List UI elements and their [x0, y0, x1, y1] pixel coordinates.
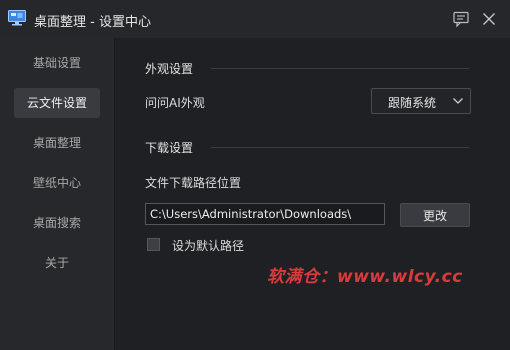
- window-title: 桌面整理 - 设置中心: [34, 15, 151, 30]
- change-path-button[interactable]: 更改: [400, 203, 470, 227]
- ai-appearance-label: 问问AI外观: [145, 96, 205, 110]
- monitor-icon: [8, 10, 26, 26]
- ai-appearance-select[interactable]: 跟随系统: [371, 88, 471, 114]
- set-default-path-checkbox[interactable]: [147, 238, 160, 251]
- download-section-title: 下载设置: [145, 141, 194, 155]
- sidebar-item-desktop-search[interactable]: 桌面搜索: [14, 208, 100, 238]
- appearance-section-title: 外观设置: [145, 62, 194, 76]
- settings-sidebar: 基础设置 云文件设置 桌面整理 壁纸中心 桌面搜索 关于: [0, 38, 114, 350]
- sidebar-item-cloud-file-settings[interactable]: 云文件设置: [14, 88, 100, 118]
- chevron-down-icon: [453, 98, 463, 104]
- download-path-input[interactable]: [145, 203, 385, 225]
- watermark-text: 软满仓：www.wlcy.cc: [267, 267, 463, 287]
- set-default-path-label: 设为默认路径: [172, 239, 245, 253]
- sidebar-item-desktop-organize[interactable]: 桌面整理: [14, 128, 100, 158]
- download-path-label: 文件下载路径位置: [145, 176, 242, 190]
- settings-content: 外观设置 问问AI外观 跟随系统 下载设置 文件下载路径位置 更改 设为默认路径…: [115, 38, 510, 350]
- title-bar: 桌面整理 - 设置中心: [0, 0, 510, 38]
- ai-appearance-select-value: 跟随系统: [388, 96, 437, 110]
- sidebar-item-wallpaper-center[interactable]: 壁纸中心: [14, 168, 100, 198]
- sidebar-item-about[interactable]: 关于: [14, 248, 100, 278]
- chat-feedback-icon[interactable]: [452, 10, 470, 28]
- download-section-rule: [211, 147, 469, 148]
- sidebar-item-basic-settings[interactable]: 基础设置: [14, 48, 100, 78]
- close-icon[interactable]: [480, 10, 498, 28]
- appearance-section-rule: [211, 68, 469, 69]
